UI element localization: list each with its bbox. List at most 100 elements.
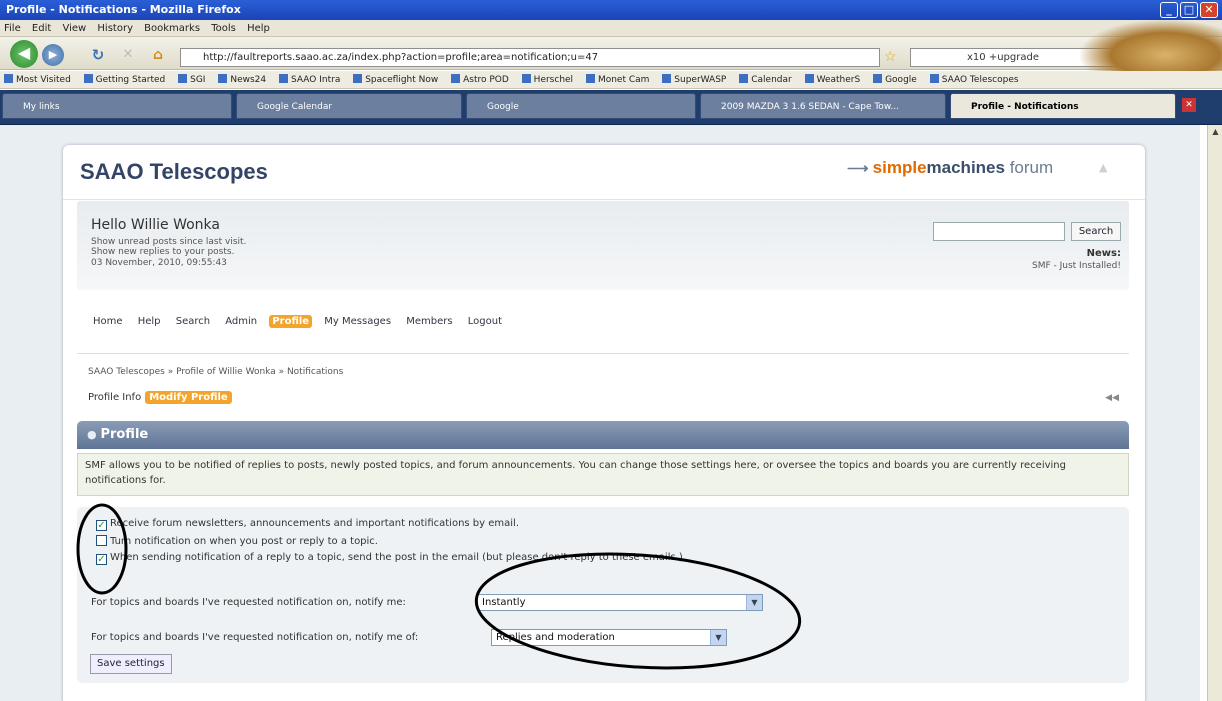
menu-view[interactable]: View bbox=[62, 23, 86, 34]
user-section: Hello Willie Wonka Show unread posts sin… bbox=[77, 201, 1129, 290]
tab-label: Google bbox=[487, 102, 519, 112]
menu-members[interactable]: Members bbox=[403, 315, 455, 328]
menu-tools[interactable]: Tools bbox=[211, 23, 236, 34]
divider bbox=[77, 353, 1129, 354]
url-bar[interactable]: http://faultreports.saao.ac.za/index.php… bbox=[180, 48, 880, 67]
navigation-toolbar: ◀ ▶ ↻ ✕ ⌂ http://faultreports.saao.ac.za… bbox=[0, 37, 1222, 70]
bookmark-item[interactable]: SuperWASP bbox=[662, 71, 726, 88]
notification-settings-form: ✓ Receive forum newsletters, announcement… bbox=[77, 507, 1129, 683]
bookmark-item[interactable]: SGI bbox=[178, 71, 205, 88]
notify-of-value: Replies and moderation bbox=[496, 632, 615, 643]
greeting: Hello Willie Wonka bbox=[91, 217, 220, 233]
smf-logo: ⟶ simplemachines forum bbox=[847, 154, 1083, 182]
menu-admin[interactable]: Admin bbox=[222, 315, 260, 328]
notify-of-select[interactable]: Replies and moderation ▼ bbox=[491, 629, 727, 646]
bookmark-item[interactable]: News24 bbox=[218, 71, 266, 88]
menu-profile[interactable]: Profile bbox=[269, 315, 313, 328]
browser-menubar: File Edit View History Bookmarks Tools H… bbox=[0, 20, 1222, 37]
menu-bookmarks[interactable]: Bookmarks bbox=[144, 23, 200, 34]
reload-icon[interactable]: ↻ bbox=[88, 45, 108, 65]
notify-when-value: Instantly bbox=[482, 597, 526, 608]
newsletter-option[interactable]: ✓ Receive forum newsletters, announcement… bbox=[96, 518, 519, 531]
browser-search-box[interactable]: x10 +upgrade bbox=[910, 48, 1120, 67]
forum-title: SAAO Telescopes bbox=[80, 159, 268, 184]
bookmark-item[interactable]: Getting Started bbox=[84, 71, 166, 88]
news-text: SMF - Just Installed! bbox=[1031, 261, 1121, 271]
smf-logo-icon: ⟶ bbox=[847, 160, 873, 177]
bookmark-item[interactable]: Google bbox=[873, 71, 917, 88]
new-replies-link[interactable]: Show new replies to your posts. bbox=[91, 247, 234, 257]
menu-edit[interactable]: Edit bbox=[32, 23, 51, 34]
newsletter-checkbox[interactable]: ✓ bbox=[96, 520, 107, 531]
profile-info-link[interactable]: Profile Info bbox=[88, 392, 141, 403]
minimize-button[interactable]: _ bbox=[1160, 2, 1178, 18]
menu-my-messages[interactable]: My Messages bbox=[321, 315, 394, 328]
bookmark-item[interactable]: WeatherS bbox=[805, 71, 861, 88]
bookmark-star-icon[interactable]: ☆ bbox=[884, 49, 897, 65]
tab-google[interactable]: Google bbox=[466, 93, 696, 119]
notify-when-label: For topics and boards I've requested not… bbox=[91, 597, 406, 608]
bookmark-item[interactable]: SAAO Telescopes bbox=[930, 71, 1019, 88]
profile-submenu: Profile Info Modify Profile bbox=[88, 391, 232, 404]
send-post-option[interactable]: ✓ When sending notification of a reply to… bbox=[96, 552, 683, 565]
bookmark-item[interactable]: Herschel bbox=[522, 71, 573, 88]
window-title: Profile - Notifications - Mozilla Firefo… bbox=[6, 3, 241, 16]
collapse-header-icon[interactable]: ▲ bbox=[1099, 161, 1115, 177]
menu-help[interactable]: Help bbox=[135, 315, 164, 328]
unread-posts-link[interactable]: Show unread posts since last visit. bbox=[91, 237, 246, 247]
tab-mazda[interactable]: 2009 MAZDA 3 1.6 SEDAN - Cape Tow... bbox=[700, 93, 946, 119]
menu-search[interactable]: Search bbox=[173, 315, 213, 328]
maximize-button[interactable]: □ bbox=[1180, 2, 1198, 18]
notification-description: SMF allows you to be notified of replies… bbox=[77, 453, 1129, 496]
forum-search-input[interactable] bbox=[933, 222, 1065, 241]
close-button[interactable]: ✕ bbox=[1200, 2, 1218, 18]
menu-help[interactable]: Help bbox=[247, 23, 270, 34]
bookmark-item[interactable]: Spaceflight Now bbox=[353, 71, 438, 88]
scroll-up-icon[interactable]: ▲ bbox=[1210, 127, 1221, 138]
forum-frame: SAAO Telescopes ⟶ simplemachines forum ▲… bbox=[63, 145, 1145, 701]
bookmark-item[interactable]: SAAO Intra bbox=[279, 71, 340, 88]
menu-home[interactable]: Home bbox=[90, 315, 126, 328]
section-title: Profile bbox=[100, 427, 149, 442]
forum-search-button[interactable]: Search bbox=[1071, 222, 1121, 241]
page-viewport: SAAO Telescopes ⟶ simplemachines forum ▲… bbox=[0, 125, 1200, 701]
bookmark-item[interactable]: Calendar bbox=[739, 71, 791, 88]
chevron-down-icon[interactable]: ▼ bbox=[746, 595, 762, 610]
forum-header: SAAO Telescopes ⟶ simplemachines forum ▲ bbox=[63, 145, 1145, 200]
section-header: ● Profile bbox=[77, 421, 1129, 449]
menu-logout[interactable]: Logout bbox=[465, 315, 505, 328]
tab-profile-notifications[interactable]: Profile - Notifications bbox=[950, 93, 1176, 119]
breadcrumb[interactable]: SAAO Telescopes » Profile of Willie Wonk… bbox=[88, 367, 343, 377]
send-post-checkbox[interactable]: ✓ bbox=[96, 554, 107, 565]
bookmark-item[interactable]: Monet Cam bbox=[586, 71, 649, 88]
menu-history[interactable]: History bbox=[97, 23, 133, 34]
vertical-scrollbar[interactable]: ▲ bbox=[1207, 125, 1222, 701]
auto-notify-checkbox[interactable] bbox=[96, 535, 107, 546]
tab-close-icon[interactable]: ✕ bbox=[1182, 98, 1196, 112]
auto-notify-option[interactable]: Turn notification on when you post or re… bbox=[96, 535, 378, 547]
tab-my-links[interactable]: My links bbox=[2, 93, 232, 119]
modify-profile-button[interactable]: Modify Profile bbox=[145, 391, 232, 404]
notify-when-select[interactable]: Instantly ▼ bbox=[477, 594, 763, 611]
window-titlebar: Profile - Notifications - Mozilla Firefo… bbox=[0, 0, 1222, 20]
news-label: News: bbox=[1086, 248, 1121, 259]
bookmark-item[interactable]: Most Visited bbox=[4, 71, 71, 88]
current-datetime: 03 November, 2010, 09:55:43 bbox=[91, 258, 227, 268]
stop-icon[interactable]: ✕ bbox=[118, 45, 138, 65]
menu-file[interactable]: File bbox=[4, 23, 21, 34]
newsletter-label: Receive forum newsletters, announcements… bbox=[110, 518, 520, 529]
home-icon[interactable]: ⌂ bbox=[148, 45, 168, 65]
smf-logo-simple: simple bbox=[872, 158, 927, 177]
back-button[interactable]: ◀ bbox=[10, 40, 38, 68]
chevron-down-icon[interactable]: ▼ bbox=[710, 630, 726, 645]
forward-button[interactable]: ▶ bbox=[42, 44, 64, 66]
bookmark-item[interactable]: Astro POD bbox=[451, 71, 509, 88]
auto-notify-label: Turn notification on when you post or re… bbox=[110, 536, 378, 547]
collapse-menu-icon[interactable]: ◀◀ bbox=[1105, 393, 1119, 403]
tab-google-calendar[interactable]: Google Calendar bbox=[236, 93, 462, 119]
tab-label: 2009 MAZDA 3 1.6 SEDAN - Cape Tow... bbox=[721, 102, 899, 112]
save-settings-button[interactable]: Save settings bbox=[90, 654, 172, 674]
smf-logo-machines: machines bbox=[926, 158, 1005, 177]
forum-main-menu: Home Help Search Admin Profile My Messag… bbox=[90, 315, 511, 328]
send-post-label: When sending notification of a reply to … bbox=[110, 552, 683, 563]
